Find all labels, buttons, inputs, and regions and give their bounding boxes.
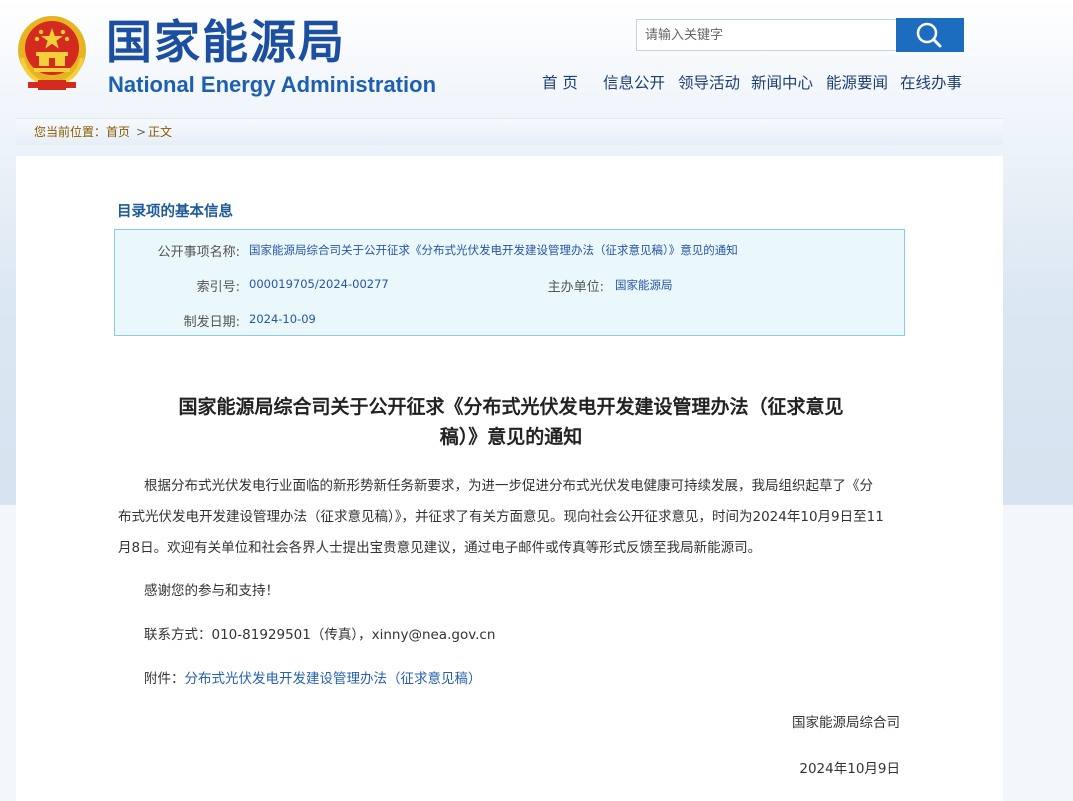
content-panel: 目录项的基本信息 公开事项名称: 国家能源局综合司关于公开征求《分布式光伏发电开… xyxy=(16,156,1003,801)
value-title[interactable]: 国家能源局综合司关于公开征求《分布式光伏发电开发建设管理办法（征求意见稿）》意见… xyxy=(249,242,738,258)
contact-info: 联系方式：010-81929501（传真），xinny@nea.gov.cn xyxy=(144,627,496,643)
info-heading: 目录项的基本信息 xyxy=(117,204,233,220)
nav-news[interactable]: 新闻中心 xyxy=(751,72,813,94)
search-input[interactable] xyxy=(636,19,896,51)
search-button[interactable] xyxy=(896,18,964,52)
label-date: 制发日期: xyxy=(183,315,240,330)
breadcrumb-prefix: 您当前位置： xyxy=(34,125,107,139)
value-date: 2024-10-09 xyxy=(249,312,316,326)
nav-online-services[interactable]: 在线办事 xyxy=(900,72,962,94)
body-line-1: 根据分布式光伏发电行业面临的新形势新任务新要求，为进一步促进分布式光伏发电健康可… xyxy=(144,478,873,494)
attachment-row: 附件：分布式光伏发电开发建设管理办法（征求意见稿） xyxy=(144,667,482,687)
article-title: 国家能源局综合司关于公开征求《分布式光伏发电开发建设管理办法（征求意见 稿）》意… xyxy=(118,392,904,452)
breadcrumb-home[interactable]: 首页 xyxy=(106,124,130,140)
value-index: 000019705/2024-00277 xyxy=(249,277,389,291)
nav-energy-news[interactable]: 能源要闻 xyxy=(826,72,888,94)
article-title-line-1: 国家能源局综合司关于公开征求《分布式光伏发电开发建设管理办法（征求意见 xyxy=(178,396,844,418)
attachment-link[interactable]: 分布式光伏发电开发建设管理办法（征求意见稿） xyxy=(185,671,482,687)
national-emblem-icon[interactable] xyxy=(16,14,88,92)
nav-home[interactable]: 首 页 xyxy=(542,72,578,94)
label-title: 公开事项名称: xyxy=(157,245,240,260)
thanks-text: 感谢您的参与和支持！ xyxy=(144,583,279,599)
value-dept: 国家能源局 xyxy=(615,278,673,292)
breadcrumb-current: 正文 xyxy=(148,125,173,139)
nav-info-disclosure[interactable]: 信息公开 xyxy=(603,72,665,94)
signature-org: 国家能源局综合司 xyxy=(792,715,900,731)
site-title-en[interactable]: National Energy Administration xyxy=(108,72,436,98)
info-box: 公开事项名称: 国家能源局综合司关于公开征求《分布式光伏发电开发建设管理办法（征… xyxy=(114,229,905,336)
article-title-line-2: 稿）》意见的通知 xyxy=(439,426,583,448)
attachment-label: 附件： xyxy=(144,671,185,687)
label-dept: 主办单位: xyxy=(547,280,604,295)
body-line-2: 布式光伏发电开发建设管理办法（征求意见稿）》，并征求了有关方面意见。现向社会公开… xyxy=(118,509,884,525)
site-title-cn[interactable]: 国家能源局 xyxy=(106,14,346,70)
nav-leadership[interactable]: 领导活动 xyxy=(678,72,740,94)
breadcrumb-separator: > xyxy=(136,125,147,139)
body-line-3: 月8日。欢迎有关单位和社会各界人士提出宝贵意见建议，通过电子邮件或传真等形式反馈… xyxy=(118,540,762,556)
label-index: 索引号: xyxy=(196,280,240,295)
search-icon xyxy=(916,22,942,48)
signature-date: 2024年10月9日 xyxy=(799,761,900,777)
breadcrumb: 您当前位置： 首页 > 正文 xyxy=(16,118,1003,145)
